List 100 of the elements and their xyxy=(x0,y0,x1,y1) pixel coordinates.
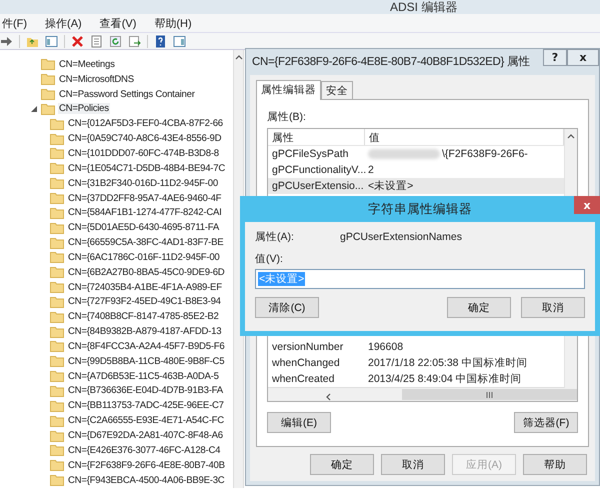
tree-item[interactable]: CN={101DDD07-60FC-474B-B3D8-8 xyxy=(67,148,220,159)
tab[interactable]: 属性编辑器 xyxy=(256,80,321,100)
tree-item[interactable]: CN=Meetings xyxy=(58,58,116,70)
tree-item[interactable]: CN={8F4FCC3A-A2A4-45F7-B9D5-F6 xyxy=(67,340,226,352)
tree-item[interactable]: CN={E426E376-3077-46FC-A128-C4 xyxy=(67,444,222,456)
attribute-value: 2 xyxy=(368,164,374,176)
menu-item[interactable]: 帮助(H) xyxy=(152,16,194,30)
export-icon[interactable] xyxy=(128,34,141,48)
expand-triangle-icon[interactable] xyxy=(30,104,38,113)
tree-item[interactable]: CN=MicrosoftDNS xyxy=(58,74,135,85)
window-title: ADSI 编辑器 xyxy=(390,0,458,16)
filter-button[interactable]: 筛选器(F) xyxy=(514,412,578,433)
refresh-icon[interactable] xyxy=(109,34,122,48)
folder-icon xyxy=(50,400,64,412)
dialog-button[interactable]: 取消 xyxy=(521,297,585,318)
scrollbar[interactable] xyxy=(233,50,243,488)
attribute-name: gPCFunctionalityV... xyxy=(271,164,364,176)
close-button[interactable]: x xyxy=(567,49,599,66)
menu-item[interactable]: 操作(A) xyxy=(43,16,84,30)
tree-item[interactable]: CN={727F93F2-45ED-49C1-B8E3-94 xyxy=(67,296,222,308)
folder-icon xyxy=(41,73,55,86)
folder-icon xyxy=(41,58,55,70)
blurred-value xyxy=(368,149,440,159)
tree-item[interactable]: CN={D67E92DA-2A81-407C-8F48-A6 xyxy=(67,430,224,442)
folder-icon xyxy=(50,132,64,145)
tab[interactable]: 安全 xyxy=(321,81,353,99)
delete-icon[interactable] xyxy=(71,34,84,48)
horizontal-scrollbar[interactable] xyxy=(268,387,577,401)
folder-icon xyxy=(50,236,64,249)
help-icon[interactable] xyxy=(154,34,167,48)
tree-item[interactable]: CN={7408B8CF-8147-4785-85E2-B2 xyxy=(67,311,220,322)
dialog-title: 字符串属性编辑器 xyxy=(368,200,472,218)
attribute-row[interactable]: gPCFileSysPath \{F2F638F9-26F6- xyxy=(268,146,564,162)
folder-icon xyxy=(41,102,55,115)
attribute-row[interactable]: whenCreated 2013/4/25 8:49:04 中国标准时间 xyxy=(268,371,564,387)
pane-icon[interactable] xyxy=(173,34,186,48)
tree-item[interactable]: CN={F2F638F9-26F6-4E8E-80B7-40B xyxy=(67,460,226,471)
tree-item[interactable]: CN={B736636E-E04D-4D7B-91B3-FA xyxy=(67,385,224,396)
scroll-left-icon[interactable] xyxy=(324,392,332,400)
tree-item[interactable]: CN={1E054C71-D5DB-48B4-BE94-7C xyxy=(67,162,226,174)
dialog-button[interactable]: 清除(C) xyxy=(255,297,319,318)
folder-icon xyxy=(50,444,64,456)
attribute-row[interactable]: whenChanged 2017/1/18 22:05:38 中国标准时间 xyxy=(268,355,564,371)
dialog-button[interactable]: 取消 xyxy=(381,454,445,475)
value-label: 值(V): xyxy=(255,252,284,266)
tree-item[interactable]: CN={F943EBCA-4500-4A06-BB9E-3C xyxy=(67,474,226,486)
folder-icon xyxy=(50,177,64,190)
forward-arrow-icon[interactable] xyxy=(0,34,13,48)
tree-item[interactable]: CN=Password Settings Container xyxy=(58,88,196,100)
scroll-up-icon[interactable] xyxy=(234,54,242,62)
folder-icon xyxy=(50,162,64,174)
attribute-name: gPCFileSysPath xyxy=(271,148,350,160)
column-header[interactable]: 属性 xyxy=(268,129,365,145)
tree-item[interactable]: CN={0A59C740-A8C6-43E4-8556-9D xyxy=(67,133,222,144)
tree-item[interactable]: CN={99D5B8BA-11CB-480E-9B8F-C5 xyxy=(67,356,226,367)
close-button[interactable]: x xyxy=(574,196,600,214)
folder-icon xyxy=(50,266,64,278)
folder-icon xyxy=(50,414,64,427)
tree-item[interactable]: CN={724035B4-A1BE-4F1A-A989-EF xyxy=(67,282,223,293)
attribute-value: 2017/1/18 22:05:38 中国标准时间 xyxy=(368,356,528,370)
pane-icon[interactable] xyxy=(45,34,58,48)
folder-icon xyxy=(50,251,64,264)
folder-icon xyxy=(50,326,64,338)
tree-item[interactable]: CN={6B2A27B0-8BA5-45C0-9DE9-6D xyxy=(67,266,226,278)
attribute-row[interactable]: versionNumber 196608 xyxy=(268,339,564,355)
help-button[interactable]: ? xyxy=(543,49,567,66)
menu-item[interactable]: 查看(V) xyxy=(98,16,138,30)
folder-icon xyxy=(50,459,64,472)
tree-item[interactable]: CN={012AF5D3-FEF0-4CBA-87F2-66 xyxy=(67,118,224,130)
tree-item[interactable]: CN={584AF1B1-1274-477F-8242-CAI xyxy=(67,207,223,218)
folder-icon xyxy=(50,474,64,486)
tree-item[interactable]: CN={BB113753-7ADC-425E-96EE-C7 xyxy=(67,400,225,412)
attribute-row[interactable]: gPCFunctionalityV... 2 xyxy=(268,162,564,178)
folder-icon xyxy=(50,384,64,397)
tree-item[interactable]: CN={84B9382B-A879-4187-AFDD-13 xyxy=(67,326,222,338)
tree-item[interactable]: CN={66559C5A-38FC-4AD1-83F7-BE xyxy=(67,237,224,248)
attribute-name: gPCUserExtensionNames xyxy=(340,231,462,243)
dialog-button[interactable]: 确定 xyxy=(447,297,511,318)
tree-item[interactable]: CN={A7D6B53E-11C5-463B-A0DA-5 xyxy=(67,370,220,382)
attribute-row[interactable]: gPCUserExtensio... <未设置> xyxy=(268,178,564,194)
dialog-button[interactable]: 帮助 xyxy=(523,454,587,475)
properties-icon[interactable] xyxy=(90,34,103,48)
dialog-button[interactable]: 确定 xyxy=(310,454,374,475)
tree-item[interactable]: CN={6AC1786C-016F-11D2-945F-00 xyxy=(67,252,221,263)
tree-item[interactable]: CN={C2A66555-E93E-4E71-A54C-FC xyxy=(67,415,225,426)
attribute-label: 属性(A): xyxy=(255,230,295,244)
tree-item[interactable]: CN={37DD2FF8-95A7-4AE6-9460-4F xyxy=(67,192,222,204)
tree-item[interactable]: CN={5D01AE5D-6430-4695-8711-FA xyxy=(67,222,220,234)
tree-item[interactable]: CN=Policies xyxy=(58,103,110,114)
tree-item[interactable]: CN={31B2F340-016D-11D2-945F-00 xyxy=(67,178,219,189)
folder-icon xyxy=(50,281,64,294)
attribute-value: \{F2F638F9-26F6- xyxy=(442,148,528,160)
edit-button[interactable]: 编辑(E) xyxy=(267,412,331,433)
folder-icon xyxy=(50,310,64,323)
folder-icon xyxy=(50,147,64,160)
dialog-title: CN={F2F638F9-26F6-4E8E-80B7-40B8F1D532ED} 属性 xyxy=(252,54,530,68)
grip-icon xyxy=(486,392,493,398)
scroll-up-icon[interactable] xyxy=(567,133,575,141)
menu-item[interactable]: 件(F) xyxy=(0,16,30,30)
folder-icon xyxy=(50,370,64,382)
